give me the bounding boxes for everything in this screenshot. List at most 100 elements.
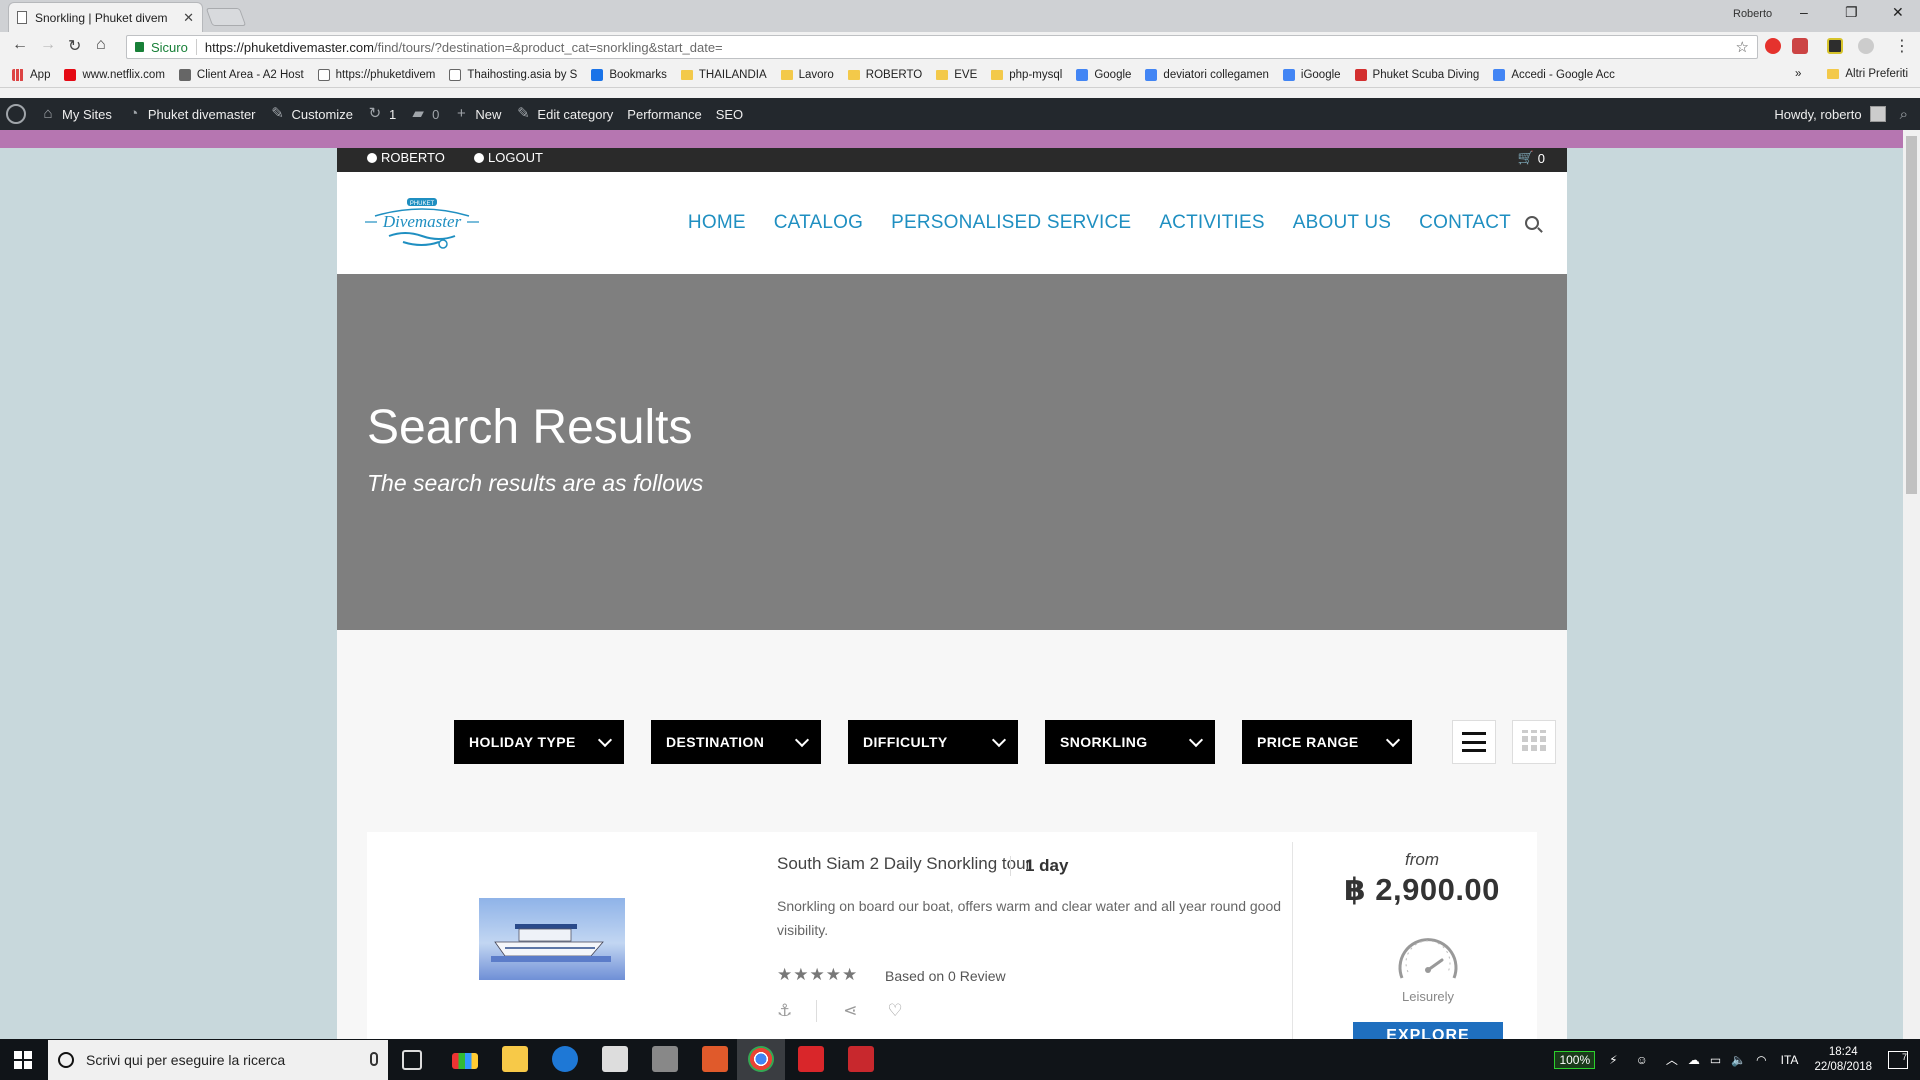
reload-icon[interactable]: ↻	[68, 36, 81, 56]
bookmark-item[interactable]: Phuket Scuba Diving	[1354, 68, 1479, 81]
filter-difficulty[interactable]: DIFFICULTY	[848, 720, 1018, 764]
customize-link[interactable]: ✎ Customize	[270, 106, 353, 122]
power-icon[interactable]: ⚡	[1609, 1053, 1617, 1067]
bookmark-item[interactable]: ROBERTO	[847, 69, 922, 81]
site-name-link[interactable]: ◔ Phuket divemaster	[126, 106, 255, 122]
home-icon[interactable]: ⌂	[96, 36, 106, 54]
extension-icon[interactable]	[1827, 38, 1843, 54]
seo-link[interactable]: SEO	[716, 107, 743, 122]
nav-personalised-service[interactable]: PERSONALISED SERVICE	[891, 212, 1131, 234]
explore-button[interactable]: EXPLORE	[1353, 1022, 1503, 1039]
app-icon[interactable]	[848, 1046, 874, 1072]
media-app-icon[interactable]	[652, 1046, 678, 1072]
notification-icon[interactable]: 7	[1888, 1050, 1908, 1069]
filter-price-range[interactable]: PRICE RANGE	[1242, 720, 1412, 764]
tab-close-icon[interactable]: ✕	[183, 10, 194, 26]
app-icon[interactable]	[702, 1046, 728, 1072]
share-icon[interactable]: ⋖	[843, 1001, 857, 1021]
price-from-label: from	[1405, 850, 1439, 869]
bookmark-item[interactable]: Google	[1076, 68, 1131, 81]
bookmark-item[interactable]: Lavoro	[780, 69, 834, 81]
logout-link[interactable]: LOGOUT	[474, 150, 543, 165]
extension-icon[interactable]	[1792, 38, 1808, 54]
my-sites-link[interactable]: ⌂ My Sites	[40, 106, 111, 122]
list-view-button[interactable]	[1452, 720, 1496, 764]
app-icon[interactable]	[798, 1046, 824, 1072]
browser-tab[interactable]: Snorkling | Phuket divem ✕	[8, 2, 203, 32]
bookmark-item[interactable]: EVE	[936, 69, 977, 81]
search-icon[interactable]: ⌕	[1900, 106, 1908, 123]
performance-link[interactable]: Performance	[627, 107, 701, 122]
bookmark-item[interactable]: Bookmarks	[591, 68, 667, 81]
more-bookmarks-icon[interactable]: »	[1795, 68, 1801, 80]
filter-snorkling[interactable]: SNORKLING	[1045, 720, 1215, 764]
wp-account[interactable]: Howdy, roberto ⌕	[1774, 98, 1908, 130]
onedrive-icon[interactable]: ☁	[1688, 1053, 1700, 1067]
filter-destination[interactable]: DESTINATION	[651, 720, 821, 764]
nav-home[interactable]: HOME	[688, 212, 746, 234]
cart-link[interactable]: 🛒 0	[1518, 150, 1545, 166]
bookmark-item[interactable]: https://phuketdivem	[317, 68, 435, 81]
people-icon[interactable]: ☺	[1636, 1053, 1648, 1067]
nav-contact[interactable]: CONTACT	[1419, 212, 1511, 234]
nav-activities[interactable]: ACTIVITIES	[1159, 212, 1264, 234]
minimize-icon[interactable]: –	[1800, 4, 1808, 20]
updates-link[interactable]: ↻ 1	[367, 106, 397, 122]
nav-catalog[interactable]: CATALOG	[774, 212, 863, 234]
divider	[1292, 842, 1293, 1039]
clock[interactable]: 18:24 22/08/2018	[1814, 1045, 1872, 1075]
window-user-label[interactable]: Roberto	[1733, 8, 1772, 20]
bookmark-item[interactable]: php-mysql	[991, 69, 1062, 81]
windows-start-icon[interactable]	[14, 1051, 32, 1069]
bookmark-item[interactable]: App	[12, 68, 50, 81]
grid-view-button[interactable]	[1512, 720, 1556, 764]
bookmark-item[interactable]: THAILANDIA	[680, 69, 767, 81]
page-scrollbar[interactable]	[1903, 130, 1920, 1039]
edit-category-link[interactable]: ✎ Edit category	[515, 106, 613, 122]
language-indicator[interactable]: ITA	[1781, 1053, 1799, 1067]
chevron-up-icon[interactable]: ︿	[1666, 1051, 1678, 1068]
tour-image[interactable]	[479, 898, 625, 980]
wifi-icon[interactable]: ◠	[1756, 1053, 1766, 1067]
opera-extension-icon[interactable]	[1765, 38, 1781, 54]
bookmark-item[interactable]: Thaihosting.asia by S	[449, 68, 577, 81]
address-bar[interactable]: Sicuro https://phuketdivemaster.com/find…	[126, 35, 1758, 59]
new-content-link[interactable]: + New	[453, 106, 501, 122]
site-logo[interactable]: PHUKET Divemaster	[363, 192, 481, 254]
volume-icon[interactable]: 🔈	[1731, 1053, 1746, 1067]
battery-indicator[interactable]: 100%	[1554, 1050, 1596, 1069]
edge-browser-icon[interactable]	[552, 1046, 578, 1072]
chart-app-icon[interactable]	[452, 1053, 478, 1069]
forward-icon[interactable]: →	[40, 36, 56, 54]
search-icon[interactable]	[1525, 216, 1539, 230]
scrollbar-thumb[interactable]	[1906, 136, 1917, 494]
bookmark-item[interactable]: Accedi - Google Acc	[1493, 68, 1615, 81]
page-subtitle: The search results are as follows	[367, 470, 704, 496]
task-view-icon[interactable]	[402, 1050, 422, 1070]
new-tab-button[interactable]	[205, 8, 247, 26]
filter-holiday-type[interactable]: HOLIDAY TYPE	[454, 720, 624, 764]
bookmark-item[interactable]: Client Area - A2 Host	[178, 68, 304, 81]
account-link[interactable]: ROBERTO	[367, 150, 445, 165]
taskbar-search-input[interactable]: Scrivi qui per eseguire la ricerca	[48, 1040, 388, 1080]
network-icon[interactable]: ▭	[1710, 1053, 1721, 1067]
tour-title[interactable]: South Siam 2 Daily Snorkling tour	[777, 854, 1031, 874]
store-icon[interactable]	[602, 1046, 628, 1072]
bookmark-item[interactable]: deviatori collegamen	[1145, 68, 1269, 81]
microphone-icon[interactable]	[370, 1052, 378, 1066]
extension-icon[interactable]	[1858, 38, 1874, 54]
nav-about-us[interactable]: ABOUT US	[1293, 212, 1391, 234]
restore-icon[interactable]: ❐	[1845, 4, 1858, 21]
bookmark-item[interactable]: iGoogle	[1282, 68, 1341, 81]
comments-link[interactable]: ▰ 0	[410, 106, 439, 122]
other-bookmarks[interactable]: » Altri Preferiti	[1795, 68, 1908, 80]
wishlist-heart-icon[interactable]: ♡	[888, 1001, 903, 1021]
chrome-taskbar-item[interactable]	[737, 1039, 785, 1080]
menu-icon[interactable]: ⋮	[1894, 36, 1910, 56]
file-explorer-icon[interactable]	[502, 1046, 528, 1072]
back-icon[interactable]: ←	[12, 36, 28, 54]
wordpress-logo-icon[interactable]	[6, 104, 26, 124]
bookmark-star-icon[interactable]: ☆	[1736, 38, 1749, 56]
close-window-icon[interactable]: ✕	[1892, 4, 1904, 21]
bookmark-item[interactable]: www.netflix.com	[64, 68, 165, 81]
